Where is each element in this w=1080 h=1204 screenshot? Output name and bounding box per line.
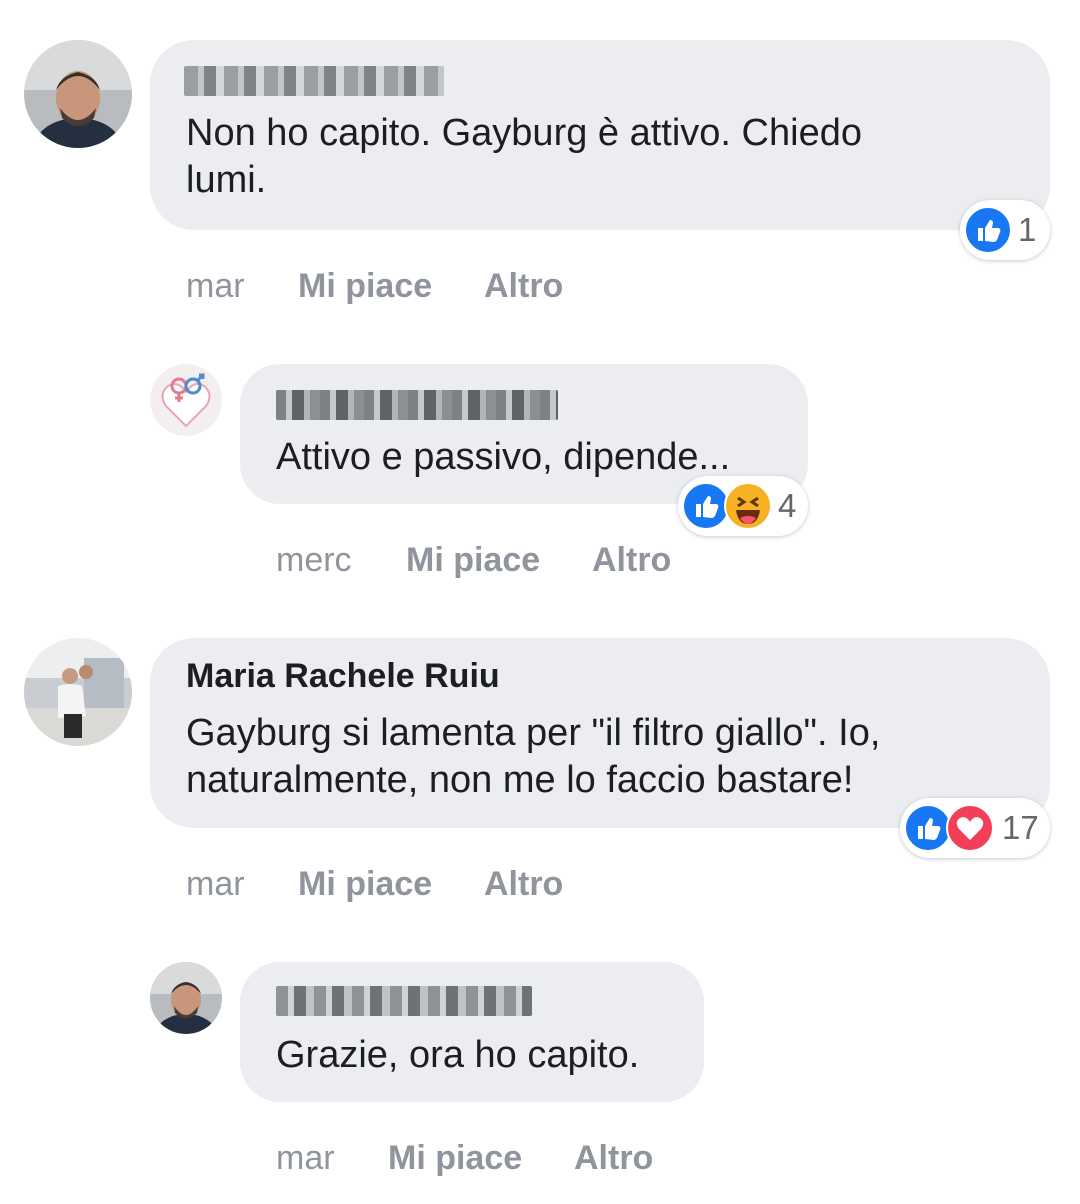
comment-actions: merc Mi piace Altro: [276, 540, 776, 580]
avatar[interactable]: [24, 638, 132, 746]
avatar-logo: [150, 364, 222, 436]
author-name[interactable]: [276, 986, 532, 1016]
reaction-count: 1: [1018, 211, 1037, 248]
author-name[interactable]: Maria Rachele Ruiu: [186, 656, 500, 696]
comment-actions: mar Mi piace Altro: [186, 864, 786, 904]
reaction-summary[interactable]: 1: [960, 200, 1050, 260]
comment-text-line: lumi.: [186, 159, 267, 201]
more-button[interactable]: Altro: [592, 540, 671, 580]
like-icon: [904, 804, 952, 852]
comment-text-line: Gayburg si lamenta per "il filtro giallo…: [186, 712, 881, 754]
like-button[interactable]: Mi piace: [298, 864, 432, 904]
avatar[interactable]: [150, 364, 222, 436]
comment-text-line: Non ho capito. Gayburg è attivo. Chiedo: [186, 112, 862, 154]
avatar[interactable]: [150, 962, 222, 1034]
author-name[interactable]: [184, 66, 444, 96]
comment-text: Non ho capito. Gayburg è attivo. Chiedo …: [186, 110, 1026, 204]
comment-time[interactable]: mar: [186, 864, 245, 904]
comment-time[interactable]: merc: [276, 540, 352, 580]
more-button[interactable]: Altro: [484, 266, 563, 306]
like-icon: [682, 482, 730, 530]
avatar[interactable]: [24, 40, 132, 148]
comment-time[interactable]: mar: [186, 266, 245, 306]
comment-bubble: Non ho capito. Gayburg è attivo. Chiedo …: [150, 40, 1050, 230]
love-icon: [946, 804, 994, 852]
comment-actions: mar Mi piace Altro: [276, 1138, 776, 1178]
comment-text-line: Attivo e passivo, dipende...: [276, 436, 731, 478]
comment-bubble: Grazie, ora ho capito.: [240, 962, 704, 1102]
comment-actions: mar Mi piace Altro: [186, 266, 786, 306]
more-button[interactable]: Altro: [484, 864, 563, 904]
haha-icon: [724, 482, 772, 530]
like-button[interactable]: Mi piace: [388, 1138, 522, 1178]
like-icon: [964, 206, 1012, 254]
reaction-summary[interactable]: 17: [900, 798, 1050, 858]
comment-text: Gayburg si lamenta per "il filtro giallo…: [186, 710, 1036, 804]
comment-time[interactable]: mar: [276, 1138, 335, 1178]
comment-text: Grazie, ora ho capito.: [276, 1032, 696, 1079]
comment-text-line: Grazie, ora ho capito.: [276, 1034, 640, 1076]
like-button[interactable]: Mi piace: [298, 266, 432, 306]
reaction-count: 17: [1002, 809, 1039, 846]
comment-text: Attivo e passivo, dipende...: [276, 434, 796, 481]
more-button[interactable]: Altro: [574, 1138, 653, 1178]
avatar-photo: [150, 962, 222, 1034]
comment-text-line: naturalmente, non me lo faccio bastare!: [186, 759, 854, 801]
reaction-count: 4: [778, 487, 797, 524]
like-button[interactable]: Mi piace: [406, 540, 540, 580]
comment-bubble: Maria Rachele Ruiu Gayburg si lamenta pe…: [150, 638, 1050, 828]
avatar-photo: [24, 638, 132, 746]
avatar-photo: [24, 40, 132, 148]
author-name[interactable]: [276, 390, 558, 420]
reaction-summary[interactable]: 4: [678, 476, 808, 536]
